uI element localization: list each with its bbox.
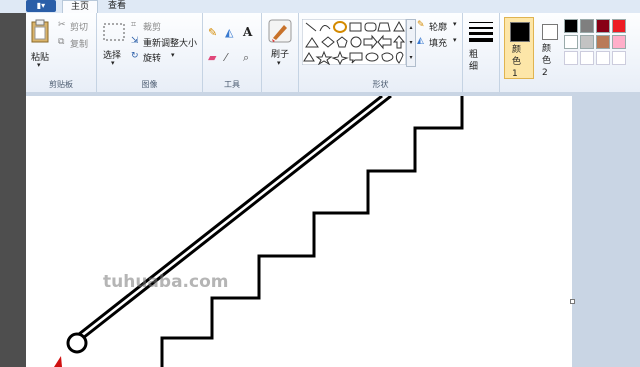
paste-dropdown-icon[interactable]: ▾ bbox=[37, 61, 41, 69]
palette-swatch-empty[interactable] bbox=[596, 51, 610, 65]
rotate-label: 旋转 bbox=[143, 54, 162, 64]
tab-home[interactable]: 主页 bbox=[62, 0, 99, 14]
copy-button[interactable]: ⧉ 复制 bbox=[58, 37, 94, 50]
brushes-group: 刷子 ▾ bbox=[262, 13, 299, 92]
fill-button[interactable]: ◭ 填充 ▾ bbox=[417, 36, 461, 49]
ribbon-tab-bar: ▮▾ 主页 查看 bbox=[0, 0, 640, 14]
watermark-text: tuhuaba.com bbox=[103, 272, 229, 292]
brush-icon bbox=[268, 19, 292, 43]
clipboard-group: 粘贴 ▾ ✂ 剪切 ⧉ 复制 剪贴板 bbox=[26, 13, 97, 92]
color1-label: 颜色 1 bbox=[512, 45, 522, 79]
fill-label: 填充 bbox=[429, 39, 448, 49]
ribbon: 粘贴 ▾ ✂ 剪切 ⧉ 复制 剪贴板 选择 ▾ ⌗ 裁剪 ⇲ 重新调整大小 ↻ … bbox=[0, 13, 640, 93]
resize-button[interactable]: ⇲ 重新调整大小 bbox=[131, 36, 201, 49]
palette-swatch[interactable] bbox=[564, 35, 578, 49]
handrail-line-lower bbox=[73, 96, 383, 340]
size-label: 粗细 bbox=[469, 50, 479, 72]
tools-group: ✎ ◭ A ▰ ⁄ ⌕ 工具 bbox=[203, 13, 262, 92]
fill-dropdown-icon[interactable]: ▾ bbox=[453, 36, 457, 44]
eraser-icon[interactable]: ▰ bbox=[208, 51, 216, 64]
crop-label: 裁剪 bbox=[143, 23, 162, 33]
size-button[interactable]: 粗细 bbox=[467, 17, 495, 77]
paste-button[interactable]: 粘贴 ▾ bbox=[29, 17, 51, 77]
palette-swatch[interactable] bbox=[596, 35, 610, 49]
rotate-button[interactable]: ↻ 旋转 ▾ bbox=[131, 51, 191, 64]
drawing-svg bbox=[54, 96, 464, 367]
outline-button[interactable]: ✎ 轮廓 ▾ bbox=[417, 20, 461, 33]
palette-swatch[interactable] bbox=[564, 19, 578, 33]
shapes-gallery[interactable] bbox=[302, 19, 406, 65]
color2-label: 颜色 2 bbox=[542, 44, 552, 78]
crop-button[interactable]: ⌗ 裁剪 bbox=[131, 20, 191, 33]
rotate-dropdown-icon[interactable]: ▾ bbox=[171, 51, 175, 59]
select-dropdown-icon[interactable]: ▾ bbox=[111, 59, 115, 67]
palette-swatch-empty[interactable] bbox=[564, 51, 578, 65]
shapes-group: ▴ ▾ ▾ ✎ 轮廓 ▾ ◭ 填充 ▾ 形状 bbox=[299, 13, 463, 92]
selection-icon bbox=[103, 23, 125, 41]
copy-label: 复制 bbox=[70, 40, 89, 50]
rotate-icon: ↻ bbox=[131, 51, 139, 61]
color2-button[interactable]: 颜色 2 bbox=[536, 17, 562, 78]
copy-icon: ⧉ bbox=[58, 37, 65, 47]
drawing-canvas[interactable] bbox=[26, 96, 575, 367]
outline-dropdown-icon[interactable]: ▾ bbox=[453, 20, 457, 28]
palette-swatch[interactable] bbox=[580, 35, 594, 49]
tools-group-label: 工具 bbox=[224, 80, 240, 89]
image-group: 选择 ▾ ⌗ 裁剪 ⇲ 重新调整大小 ↻ 旋转 ▾ 图像 bbox=[97, 13, 203, 92]
cut-button[interactable]: ✂ 剪切 bbox=[58, 20, 94, 33]
text-tool-icon[interactable]: A bbox=[243, 25, 252, 39]
palette-swatch[interactable] bbox=[612, 19, 626, 33]
color-palette bbox=[564, 19, 640, 75]
brushes-button[interactable]: 刷子 ▾ bbox=[265, 17, 295, 77]
line-width-icon bbox=[469, 22, 493, 42]
outline-label: 轮廓 bbox=[429, 23, 448, 33]
color2-swatch bbox=[542, 24, 558, 40]
cut-label: 剪切 bbox=[70, 23, 89, 33]
palette-swatch[interactable] bbox=[596, 19, 610, 33]
scissors-icon: ✂ bbox=[58, 20, 66, 30]
palette-swatch-empty[interactable] bbox=[580, 51, 594, 65]
color1-button[interactable]: 颜色 1 bbox=[504, 17, 534, 79]
shapes-group-label: 形状 bbox=[372, 80, 389, 89]
palette-swatch[interactable] bbox=[612, 35, 626, 49]
fill-bucket-icon[interactable]: ◭ bbox=[225, 26, 233, 39]
clipboard-group-label: 剪贴板 bbox=[49, 80, 73, 89]
staircase-drawing bbox=[160, 96, 464, 367]
canvas-resize-handle[interactable] bbox=[570, 299, 575, 304]
image-group-label: 图像 bbox=[141, 80, 158, 89]
brushes-dropdown-icon[interactable]: ▾ bbox=[277, 59, 281, 67]
file-menu-button[interactable]: ▮▾ bbox=[26, 0, 56, 12]
handrail-line-upper bbox=[82, 96, 392, 340]
color1-swatch bbox=[510, 22, 530, 42]
clipboard-icon bbox=[31, 19, 49, 43]
palette-swatch-empty[interactable] bbox=[612, 51, 626, 65]
shapes-scroll[interactable]: ▴ ▾ ▾ bbox=[406, 19, 416, 67]
tab-view[interactable]: 查看 bbox=[100, 0, 134, 13]
crop-icon: ⌗ bbox=[131, 20, 137, 30]
resize-icon: ⇲ bbox=[131, 36, 139, 46]
palette-swatch[interactable] bbox=[580, 19, 594, 33]
magnifier-icon[interactable]: ⌕ bbox=[243, 51, 249, 65]
select-button[interactable]: 选择 ▾ bbox=[101, 19, 127, 74]
handrail-end-circle bbox=[66, 332, 88, 354]
red-marker-shape bbox=[54, 356, 62, 367]
resize-label: 重新调整大小 bbox=[143, 39, 198, 49]
size-group: 粗细 bbox=[463, 13, 500, 92]
outline-icon: ✎ bbox=[417, 20, 425, 30]
pencil-icon[interactable]: ✎ bbox=[208, 26, 217, 39]
colors-group: 颜色 1 颜色 2 bbox=[500, 13, 640, 92]
left-dark-strip bbox=[0, 13, 26, 367]
color-picker-icon[interactable]: ⁄ bbox=[225, 51, 227, 64]
fill-icon: ◭ bbox=[417, 36, 424, 46]
